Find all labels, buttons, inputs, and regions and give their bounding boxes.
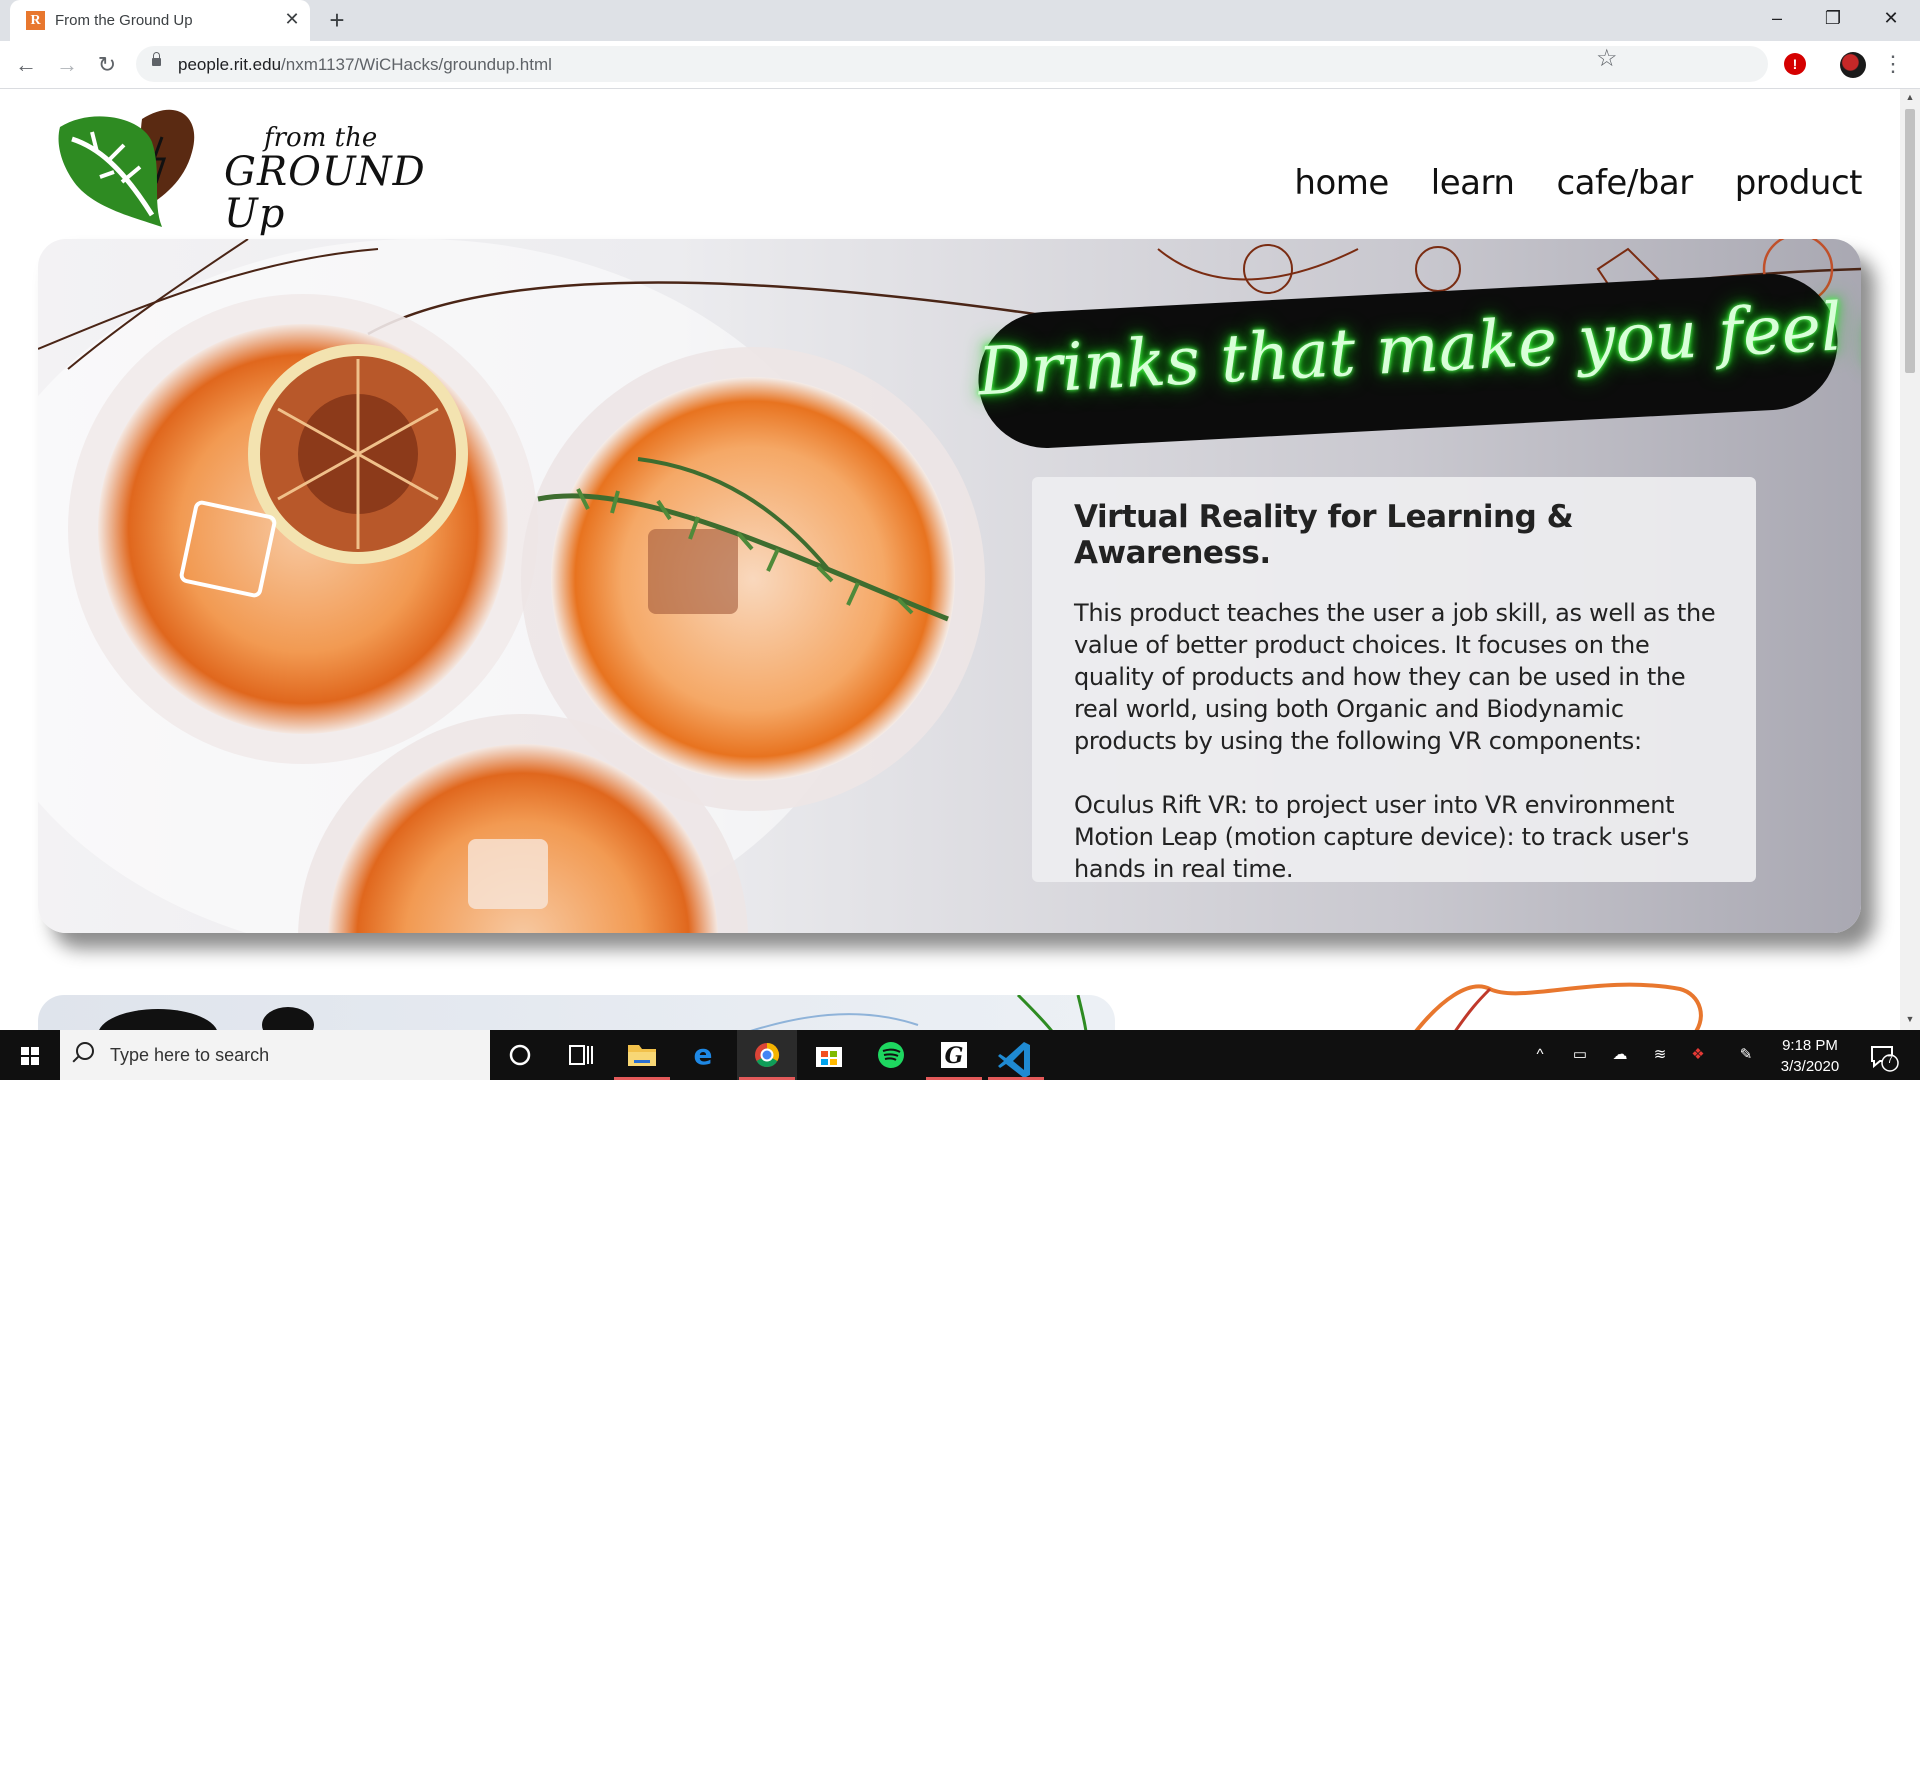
- svg-text:e: e: [694, 1038, 713, 1071]
- grammarly-icon: G: [941, 1042, 967, 1069]
- new-tab-button[interactable]: +: [323, 6, 351, 34]
- file-explorer-button[interactable]: [612, 1030, 672, 1080]
- grammarly-button[interactable]: G: [924, 1030, 984, 1080]
- restore-button[interactable]: ❐: [1810, 2, 1856, 34]
- spotify-button[interactable]: [861, 1030, 921, 1080]
- battery-icon[interactable]: ▭: [1568, 1030, 1592, 1080]
- scroll-up-icon[interactable]: ▲: [1905, 92, 1915, 102]
- vr-component-item: Oculus Rift VR: to project user into VR …: [1074, 791, 1675, 819]
- search-placeholder: Type here to search: [110, 1045, 270, 1065]
- back-button[interactable]: ←: [10, 49, 42, 81]
- running-indicator: [988, 1077, 1044, 1080]
- show-hidden-icons-button[interactable]: ^: [1528, 1030, 1552, 1080]
- edge-button[interactable]: e: [673, 1030, 733, 1080]
- vr-components-list: Oculus Rift VR: to project user into VR …: [1074, 789, 1720, 885]
- hero-banner: Drinks that make you feel good! Virtual …: [38, 239, 1861, 933]
- nav-home[interactable]: home: [1294, 163, 1389, 203]
- url-path: /nxm1137/WiCHacks/groundup.html: [281, 55, 552, 74]
- start-button[interactable]: [0, 1030, 60, 1080]
- chrome-icon: [755, 1043, 780, 1068]
- store-icon: [816, 1047, 842, 1067]
- vscode-button[interactable]: [986, 1030, 1046, 1080]
- logo-wordmark: from the GROUND Up: [224, 125, 426, 235]
- address-bar[interactable]: people.rit.edu/nxm1137/WiCHacks/groundup…: [136, 46, 1768, 82]
- page-viewport: from the GROUND Up home learn cafe/bar p…: [0, 89, 1900, 1030]
- nav-product[interactable]: product: [1735, 163, 1863, 203]
- search-icon: [76, 1042, 94, 1060]
- running-indicator: [739, 1077, 795, 1080]
- running-indicator: [926, 1077, 982, 1080]
- product-info-card: Virtual Reality for Learning & Awareness…: [1032, 477, 1756, 885]
- tab-close-icon[interactable]: ✕: [282, 9, 302, 29]
- edge-icon: e: [694, 1038, 713, 1071]
- browser-menu-icon[interactable]: ⋮: [1882, 49, 1904, 79]
- onedrive-icon[interactable]: ☁: [1608, 1030, 1632, 1080]
- reload-button[interactable]: ↻: [91, 49, 123, 81]
- file-explorer-icon: [628, 1045, 656, 1066]
- dropbox-icon[interactable]: ❖: [1686, 1030, 1710, 1080]
- bookmark-star-icon[interactable]: ☆: [1596, 44, 1618, 73]
- vr-component-item: Motion Leap (motion capture device): to …: [1074, 823, 1689, 883]
- next-section-banner: [38, 995, 1115, 1030]
- logo-big-text: GROUND Up: [224, 149, 426, 237]
- notification-count: 7: [1886, 1054, 1894, 1066]
- orange-sketch-decoration: [1414, 982, 1703, 1030]
- profile-avatar[interactable]: [1840, 52, 1866, 78]
- browser-toolbar: ← → ↻ people.rit.edu/nxm1137/WiCHacks/gr…: [0, 41, 1920, 89]
- spotify-icon: [878, 1042, 904, 1068]
- wifi-icon[interactable]: ≋: [1648, 1030, 1672, 1080]
- site-navigation: home learn cafe/bar product: [1294, 163, 1862, 203]
- taskbar-search-box[interactable]: Type here to search: [60, 1030, 490, 1080]
- product-info-title: Virtual Reality for Learning & Awareness…: [1074, 499, 1574, 571]
- leaf-logo-icon: [58, 109, 195, 227]
- action-center-button[interactable]: 7: [1866, 1039, 1900, 1073]
- cortana-button[interactable]: [490, 1030, 550, 1080]
- svg-text:G: G: [945, 1043, 964, 1069]
- browser-tab-strip: R From the Ground Up ✕ + – ❐ ✕: [0, 0, 1920, 41]
- scroll-down-icon[interactable]: ▼: [1905, 1014, 1915, 1024]
- close-window-button[interactable]: ✕: [1868, 2, 1914, 34]
- url-host: people.rit.edu: [178, 55, 282, 74]
- url-text[interactable]: people.rit.edu/nxm1137/WiCHacks/groundup…: [178, 55, 552, 75]
- running-indicator: [614, 1077, 670, 1080]
- clock-time: 9:18 PM: [1782, 1037, 1838, 1054]
- task-view-icon: [569, 1045, 593, 1065]
- windows-logo-icon: [21, 1047, 39, 1065]
- scrollbar-thumb[interactable]: [1905, 109, 1915, 373]
- store-button[interactable]: [799, 1030, 859, 1080]
- site-logo[interactable]: from the GROUND Up: [52, 97, 425, 235]
- next-section-image: [99, 995, 1088, 1030]
- taskbar-clock[interactable]: 9:18 PM 3/3/2020: [1760, 1035, 1860, 1077]
- forward-button[interactable]: →: [51, 49, 83, 81]
- page-scrollbar[interactable]: ▲ ▼: [1900, 89, 1920, 1030]
- task-view-button[interactable]: [550, 1030, 610, 1080]
- nav-cafe-bar[interactable]: cafe/bar: [1556, 163, 1693, 203]
- logo-small-text: from the: [264, 123, 378, 153]
- pen-workspace-icon[interactable]: ✎: [1734, 1030, 1758, 1080]
- windows-taskbar: Type here to search e G ^ ▭ ☁ ≋ ❖ ✎ 9:18…: [0, 1030, 1920, 1080]
- nav-learn[interactable]: learn: [1431, 163, 1515, 203]
- lock-icon: [152, 52, 161, 66]
- site-favicon-icon: R: [26, 11, 45, 30]
- browser-tab[interactable]: R From the Ground Up ✕: [10, 0, 310, 41]
- clock-date: 3/3/2020: [1780, 1058, 1840, 1075]
- vscode-icon: [998, 1042, 1030, 1078]
- product-info-paragraph: This product teaches the user a job skil…: [1074, 599, 1716, 755]
- cortana-icon: [509, 1044, 531, 1066]
- tab-title: From the Ground Up: [55, 12, 193, 29]
- minimize-button[interactable]: –: [1754, 2, 1800, 34]
- adblock-extension-icon[interactable]: !: [1784, 53, 1806, 75]
- chrome-button[interactable]: [737, 1030, 797, 1080]
